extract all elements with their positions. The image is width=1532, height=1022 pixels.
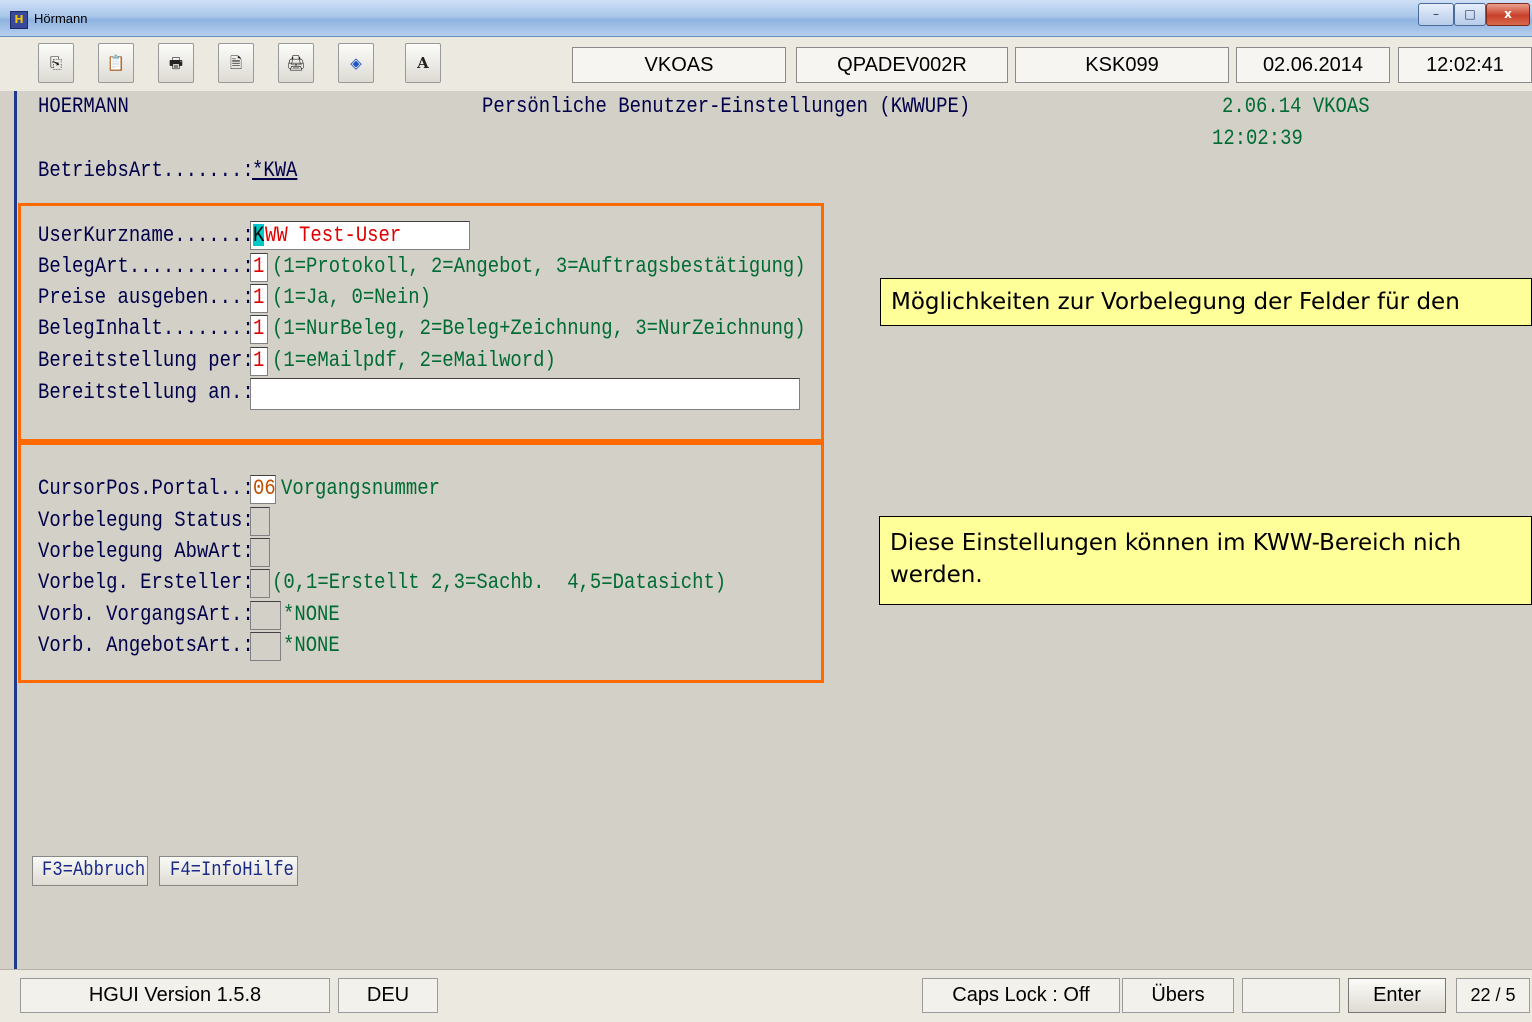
- company-name: HOERMANN: [38, 94, 129, 119]
- preise-label: Preise ausgeben...:: [38, 285, 254, 310]
- vorbelegung-status-label: Vorbelegung Status:: [38, 508, 254, 533]
- f4-infohilfe-button[interactable]: F4=InfoHilfe: [159, 856, 298, 886]
- cursorpos-value: 06: [253, 476, 276, 501]
- copy-button[interactable]: ⎘: [38, 43, 74, 83]
- cursorpos-label: CursorPos.Portal..:: [38, 476, 254, 501]
- print-setup-icon: 🖨: [286, 54, 306, 72]
- session-system-box: KSK099: [1015, 47, 1229, 83]
- screen-time: 12:02:39: [1212, 126, 1303, 151]
- beleginhalt-label: BelegInhalt.......:: [38, 316, 254, 341]
- diamond-icon: ◈: [350, 54, 362, 72]
- vorb-vorgangsart-field[interactable]: [250, 601, 281, 630]
- vorb-vorgangsart-hint: *NONE: [283, 602, 340, 627]
- beleginhalt-hint: (1=NurBeleg, 2=Beleg+Zeichnung, 3=NurZei…: [272, 316, 806, 341]
- f3-abbruch-button[interactable]: F3=Abbruch: [32, 856, 148, 886]
- preise-value: 1: [253, 285, 265, 310]
- font-button[interactable]: A: [405, 43, 441, 83]
- belegart-hint: (1=Protokoll, 2=Angebot, 3=Auftragsbestä…: [272, 254, 806, 279]
- vorbelegung-abwart-field[interactable]: [250, 538, 270, 567]
- belegart-value: 1: [253, 254, 265, 279]
- session-time-box: 12:02:41: [1398, 47, 1532, 83]
- callout-kww-note: Diese Einstellungen können im KWW-Bereic…: [879, 516, 1532, 605]
- bereitstellung-per-hint: (1=eMailpdf, 2=eMailword): [272, 348, 556, 373]
- insert-mode-indicator: Übers: [1122, 978, 1234, 1013]
- betriebsart-label: BetriebsArt.......:: [38, 158, 254, 183]
- bereitstellung-per-value: 1: [253, 348, 265, 373]
- vorb-angebotsart-hint: *NONE: [283, 633, 340, 658]
- print-button[interactable]: 🖶: [158, 43, 194, 83]
- bereitstellung-per-label: Bereitstellung per:: [38, 348, 254, 373]
- bereitstellung-an-label: Bereitstellung an.:: [38, 380, 254, 405]
- enter-button[interactable]: Enter: [1348, 978, 1446, 1013]
- status-blank-box: [1242, 978, 1340, 1013]
- language-indicator: DEU: [338, 978, 438, 1013]
- userkurzname-cursor-char: K: [253, 223, 265, 248]
- app-icon: H: [10, 11, 28, 29]
- vorb-angebotsart-label: Vorb. AngebotsArt.:: [38, 633, 254, 658]
- close-button[interactable]: x: [1486, 3, 1530, 26]
- paste-icon: 📋: [106, 54, 126, 72]
- print-preview-button[interactable]: 🗎: [218, 43, 254, 83]
- font-icon: A: [417, 54, 429, 72]
- session-date-box: 02.06.2014: [1236, 47, 1390, 83]
- print-setup-button[interactable]: 🖨: [278, 43, 314, 83]
- session-device-box: QPADEV002R: [796, 47, 1008, 83]
- vorbelg-ersteller-hint: (0,1=Erstellt 2,3=Sachb. 4,5=Datasicht): [272, 570, 727, 595]
- print-icon: 🖶: [168, 54, 184, 72]
- maximize-button[interactable]: □: [1454, 3, 1486, 26]
- diamond-button[interactable]: ◈: [338, 43, 374, 83]
- vorbelegung-abwart-label: Vorbelegung AbwArt:: [38, 539, 254, 564]
- title-bar[interactable]: [0, 0, 1532, 37]
- userkurzname-label: UserKurzname......:: [38, 223, 254, 248]
- page-title: Persönliche Benutzer-Einstellungen (KWWU…: [482, 94, 971, 119]
- vorbelg-ersteller-label: Vorbelg. Ersteller:: [38, 570, 254, 595]
- session-user-box: VKOAS: [572, 47, 786, 83]
- window-title: Hörmann: [34, 11, 88, 26]
- screen-date-user: 2.06.14 VKOAS: [1222, 94, 1370, 119]
- betriebsart-value: *KWA: [252, 158, 298, 183]
- cursorpos-hint: Vorgangsnummer: [281, 476, 440, 501]
- paste-button[interactable]: 📋: [98, 43, 134, 83]
- version-label: HGUI Version 1.5.8: [20, 978, 330, 1013]
- copy-icon: ⎘: [49, 54, 62, 72]
- print-preview-icon: 🗎: [229, 54, 243, 72]
- vorb-angebotsart-field[interactable]: [250, 632, 281, 661]
- bereitstellung-an-field[interactable]: [250, 378, 800, 410]
- callout-prefill-note: Möglichkeiten zur Vorbelegung der Felder…: [880, 278, 1532, 326]
- belegart-label: BelegArt..........:: [38, 254, 254, 279]
- vorbelegung-status-field[interactable]: [250, 507, 270, 536]
- vorbelg-ersteller-field[interactable]: [250, 569, 270, 598]
- minimize-button[interactable]: –: [1418, 3, 1454, 26]
- beleginhalt-value: 1: [253, 316, 265, 341]
- vorb-vorgangsart-label: Vorb. VorgangsArt.:: [38, 602, 254, 627]
- caps-lock-indicator: Caps Lock : Off: [922, 978, 1120, 1013]
- userkurzname-value: WW Test-User: [265, 223, 402, 248]
- preise-hint: (1=Ja, 0=Nein): [272, 285, 431, 310]
- cursor-position-indicator: 22 / 5: [1456, 978, 1530, 1013]
